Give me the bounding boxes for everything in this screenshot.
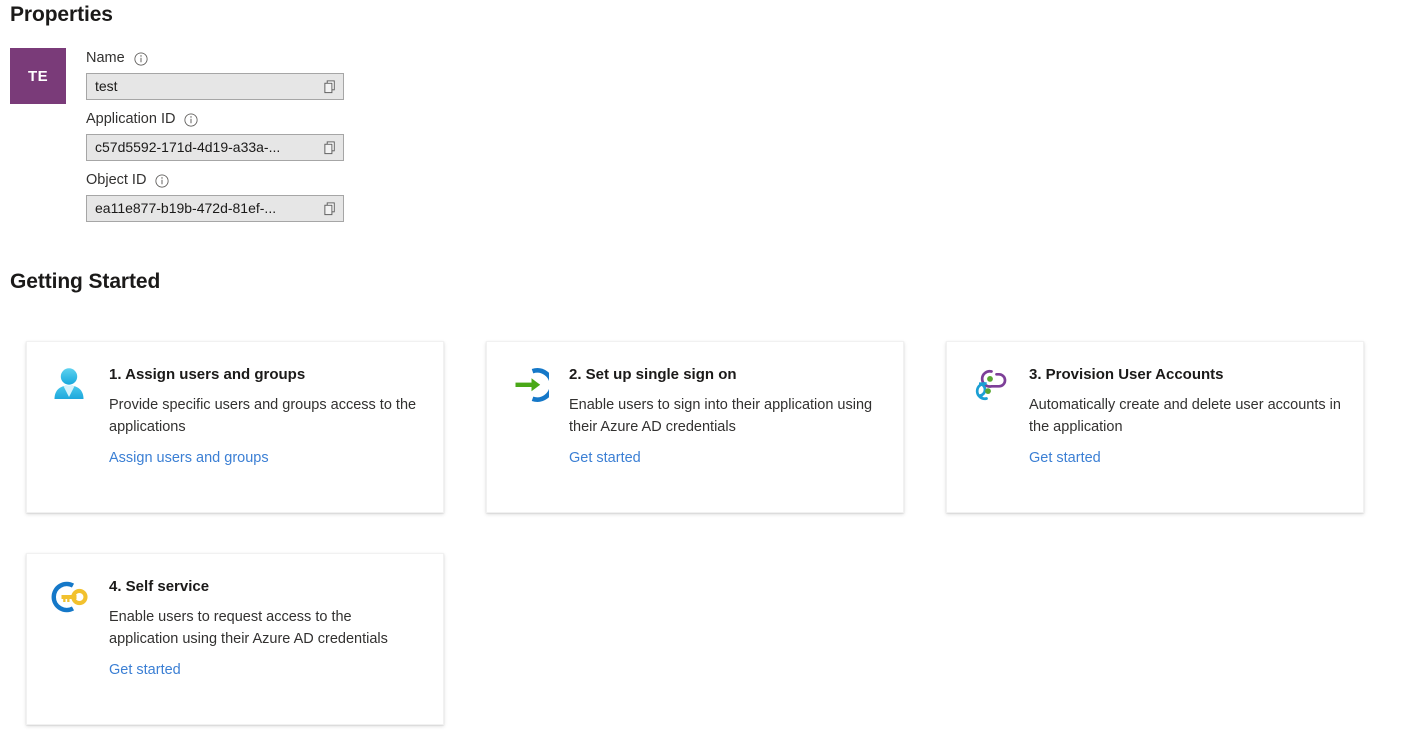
- user-person-icon: [54, 368, 84, 399]
- card-description: Provide specific users and groups access…: [109, 397, 417, 435]
- card-description: Enable users to request access to the ap…: [109, 609, 388, 647]
- card-description: Automatically create and delete user acc…: [1029, 397, 1341, 435]
- copy-icon[interactable]: [323, 201, 338, 217]
- name-input[interactable]: test: [86, 73, 344, 100]
- copy-icon[interactable]: [323, 140, 338, 156]
- card-body: 2. Set up single sign on Enable users to…: [569, 364, 883, 468]
- properties-page: Properties TE Name test Application ID c…: [0, 0, 1420, 752]
- getting-started-title: Getting Started: [10, 270, 161, 293]
- properties-section: TE Name test Application ID c57d5592-171…: [10, 48, 344, 222]
- card-description: Enable users to sign into their applicat…: [569, 397, 873, 435]
- card-title: 3. Provision User Accounts: [1029, 366, 1224, 383]
- field-label: Object ID: [86, 172, 147, 188]
- card-link[interactable]: Assign users and groups: [109, 448, 269, 468]
- field-label: Name: [86, 50, 125, 66]
- card-title: 4. Self service: [109, 578, 210, 595]
- card-title: 2. Set up single sign on: [569, 366, 737, 383]
- card-link[interactable]: Get started: [569, 448, 641, 468]
- field-application-id: Application ID c57d5592-171d-4d19-a33a-.…: [86, 109, 344, 161]
- card-set-up-single-sign-on[interactable]: 2. Set up single sign on Enable users to…: [486, 341, 904, 513]
- card-body: 1. Assign users and groups Provide speci…: [109, 364, 423, 468]
- field-name: Name test: [86, 48, 344, 100]
- card-self-service[interactable]: 4. Self service Enable users to request …: [26, 553, 444, 725]
- info-icon[interactable]: [155, 173, 169, 188]
- object-id-value: ea11e877-b19b-472d-81ef-...: [95, 200, 277, 216]
- application-id-input[interactable]: c57d5592-171d-4d19-a33a-...: [86, 134, 344, 161]
- info-icon[interactable]: [134, 51, 148, 66]
- name-value: test: [95, 78, 118, 94]
- card-provision-user-accounts[interactable]: 3. Provision User Accounts Automatically…: [946, 341, 1364, 513]
- card-link[interactable]: Get started: [1029, 448, 1101, 468]
- field-label: Application ID: [86, 111, 176, 127]
- page-title: Properties: [10, 3, 113, 26]
- object-id-input[interactable]: ea11e877-b19b-472d-81ef-...: [86, 195, 344, 222]
- field-label-row: Application ID: [86, 109, 344, 130]
- self-service-key-icon: [51, 581, 88, 613]
- getting-started-cards: 1. Assign users and groups Provide speci…: [26, 341, 1406, 725]
- copy-icon[interactable]: [323, 79, 338, 95]
- single-sign-on-arrow-icon: [515, 368, 549, 402]
- card-title: 1. Assign users and groups: [109, 366, 306, 383]
- info-icon[interactable]: [184, 112, 199, 127]
- card-assign-users-and-groups[interactable]: 1. Assign users and groups Provide speci…: [26, 341, 444, 513]
- field-label-row: Object ID: [86, 170, 344, 191]
- field-object-id: Object ID ea11e877-b19b-472d-81ef-...: [86, 170, 344, 222]
- avatar: TE: [10, 48, 66, 104]
- application-id-value: c57d5592-171d-4d19-a33a-...: [95, 139, 281, 155]
- field-label-row: Name: [86, 48, 344, 69]
- card-link[interactable]: Get started: [109, 660, 181, 680]
- provisioning-sync-icon: [975, 369, 1007, 401]
- card-body: 3. Provision User Accounts Automatically…: [1029, 364, 1343, 468]
- properties-fields: Name test Application ID c57d5592-171d-4…: [86, 48, 344, 222]
- card-body: 4. Self service Enable users to request …: [109, 576, 423, 680]
